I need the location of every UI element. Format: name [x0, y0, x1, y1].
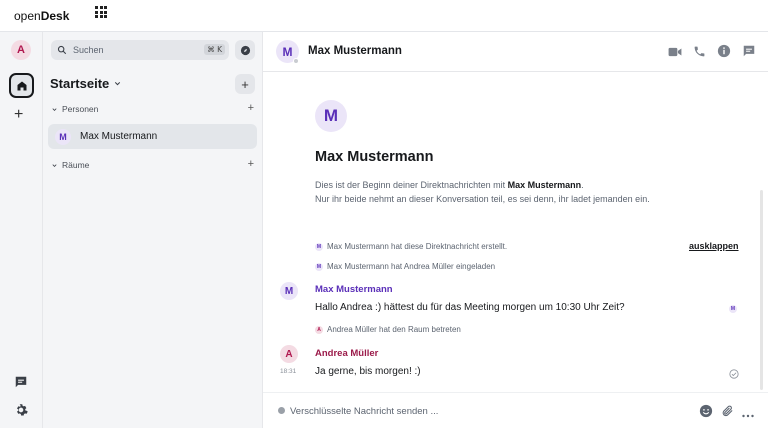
emoji-button[interactable] [699, 404, 713, 423]
read-receipt-avatar[interactable]: M [729, 305, 737, 313]
chevron-down-icon [52, 163, 57, 167]
attach-button[interactable] [721, 404, 734, 423]
event-avatar: M [315, 242, 323, 251]
add-room-section-button[interactable]: + [248, 158, 254, 170]
gear-icon [16, 404, 28, 416]
video-call-button[interactable] [668, 45, 682, 63]
message-body: Hallo Andrea :) hättest du für das Meeti… [315, 302, 625, 313]
event-avatar: M [315, 262, 323, 271]
more-options-button[interactable] [742, 405, 754, 423]
explore-rooms-button[interactable] [235, 40, 255, 60]
search-placeholder: Suchen [73, 45, 104, 55]
intro-name: Max Mustermann [315, 149, 434, 165]
timeline-event: M Max Mustermann hat diese Direktnachric… [315, 242, 508, 251]
intro-description: Dies ist der Beginn deiner Direktnachric… [315, 180, 650, 204]
emoji-icon [699, 404, 713, 418]
intro-avatar[interactable]: M [315, 100, 347, 132]
search-shortcut: ⌘ K [204, 44, 225, 55]
quick-settings-button[interactable] [13, 402, 29, 423]
room-header: M Max Mustermann [263, 32, 768, 72]
info-icon [717, 44, 731, 58]
presence-indicator [293, 58, 299, 64]
threads-icon [15, 376, 27, 388]
message-avatar[interactable]: M [280, 282, 298, 300]
search-box[interactable]: Suchen ⌘ K [51, 40, 229, 60]
space-rail: A + [0, 32, 43, 428]
add-room-button[interactable]: + [235, 74, 255, 94]
chevron-down-icon [115, 82, 121, 86]
section-personen[interactable]: Personen + [51, 102, 256, 114]
room-name: Max Mustermann [80, 131, 158, 142]
home-space-button[interactable] [9, 73, 34, 98]
compass-icon [240, 45, 250, 55]
room-list-sidebar: Suchen ⌘ K Startseite + Personen + M Max… [43, 32, 263, 428]
message-sender[interactable]: Andrea Müller [315, 348, 378, 359]
message-sender[interactable]: Max Mustermann [315, 284, 393, 295]
room-avatar: M [55, 128, 71, 145]
app-grid-icon[interactable] [95, 6, 107, 18]
timeline-scrollbar[interactable] [760, 190, 763, 390]
video-camera-icon [668, 47, 682, 56]
check-circle-icon [729, 369, 739, 379]
threads-panel-button[interactable] [742, 44, 756, 63]
message-timestamp: 18:31 [280, 368, 297, 375]
timeline-event: M Max Mustermann hat Andrea Müller einge… [315, 262, 496, 271]
room-item-max-mustermann[interactable]: M Max Mustermann [48, 124, 257, 149]
top-bar: openDesk [0, 0, 768, 32]
room-info-button[interactable] [717, 44, 731, 63]
message-avatar[interactable]: A [280, 345, 298, 363]
user-avatar[interactable]: A [11, 40, 31, 60]
message-body: Ja gerne, bis morgen! :) [315, 366, 421, 377]
encryption-icon [278, 407, 285, 414]
threads-icon [743, 45, 755, 57]
phone-icon [694, 46, 705, 56]
home-icon [17, 81, 26, 90]
space-title[interactable]: Startseite [50, 76, 122, 91]
message-input[interactable] [290, 403, 690, 419]
section-raeume[interactable]: Räume + [51, 158, 256, 170]
chevron-down-icon [52, 107, 57, 111]
paperclip-icon [722, 405, 733, 417]
search-icon [57, 45, 67, 55]
timeline-event: A Andrea Müller hat den Raum betreten [315, 325, 461, 334]
message-timeline: M Max Mustermann Dies ist der Beginn dei… [263, 72, 768, 392]
sent-receipt [729, 366, 739, 384]
message-composer [263, 392, 768, 428]
expand-events-link[interactable]: ausklappen [689, 241, 739, 251]
brand-logo[interactable]: openDesk [14, 9, 69, 23]
add-person-button[interactable]: + [248, 102, 254, 114]
create-space-button[interactable]: + [14, 107, 23, 123]
room-header-name[interactable]: Max Mustermann [308, 45, 402, 57]
threads-button[interactable] [14, 375, 28, 394]
more-horizontal-icon [742, 414, 754, 417]
voice-call-button[interactable] [693, 45, 706, 63]
event-avatar: A [315, 325, 323, 334]
